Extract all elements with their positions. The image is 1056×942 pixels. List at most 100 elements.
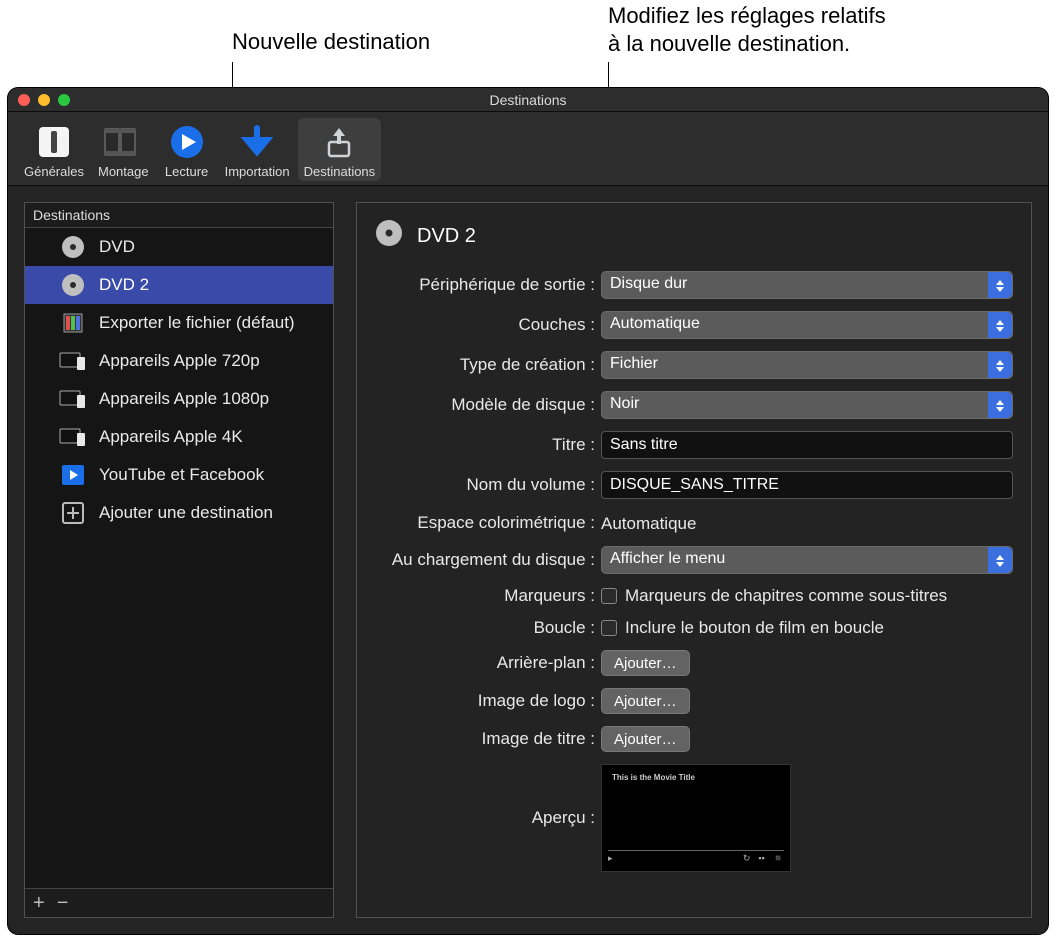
tab-label: Générales: [24, 164, 84, 179]
chevron-updown-icon: [988, 272, 1012, 298]
minimize-icon[interactable]: [38, 94, 50, 106]
callout-left: Nouvelle destination: [232, 28, 430, 57]
sidebar-item-apple-1080p[interactable]: Appareils Apple 1080p: [25, 380, 333, 418]
content-area: Destinations DVD DVD 2: [8, 186, 1048, 934]
video-share-icon: [59, 464, 87, 486]
tab-import[interactable]: Importation: [219, 118, 296, 181]
destination-settings-panel: DVD 2 Périphérique de sortie : Disque du…: [356, 202, 1032, 918]
checkbox-markers[interactable]: [601, 588, 617, 604]
label-output-device: Périphérique de sortie :: [375, 275, 601, 295]
preview-play-icon: ▸: [608, 853, 613, 864]
film-icon: [59, 312, 87, 334]
callout-right-line1: Modifiez les réglages relatifs: [608, 2, 886, 31]
select-output-device[interactable]: Disque dur: [601, 271, 1013, 299]
select-value: Fichier: [610, 355, 658, 372]
traffic-lights: [18, 94, 70, 106]
disc-icon: [59, 236, 87, 258]
input-title[interactable]: [601, 431, 1013, 459]
tab-destinations[interactable]: Destinations: [298, 118, 382, 181]
disc-icon: [375, 219, 403, 253]
disc-icon: [59, 274, 87, 296]
destinations-sidebar: Destinations DVD DVD 2: [24, 202, 334, 918]
label-logo-image: Image de logo :: [375, 691, 601, 711]
label-markers: Marqueurs :: [375, 586, 601, 606]
preview-pause-icon: ▪▪: [758, 853, 764, 864]
select-disc-template[interactable]: Noir: [601, 391, 1013, 419]
destinations-list: DVD DVD 2 Exporter le fichier (défaut): [25, 228, 333, 888]
sidebar-item-add-destination[interactable]: Ajouter une destination: [25, 494, 333, 532]
value-color-space: Automatique: [601, 511, 1013, 534]
add-button[interactable]: +: [33, 893, 45, 913]
sidebar-item-label: DVD: [99, 237, 135, 257]
play-icon: [167, 122, 207, 162]
tab-label: Montage: [98, 164, 149, 179]
plus-box-icon: [59, 502, 87, 524]
preview-caption: This is the Movie Title: [612, 773, 695, 782]
button-add-title-image[interactable]: Ajouter…: [601, 726, 690, 752]
close-icon[interactable]: [18, 94, 30, 106]
settings-title-row: DVD 2: [375, 219, 1013, 253]
titlebar: Destinations: [8, 88, 1048, 112]
select-build-type[interactable]: Fichier: [601, 351, 1013, 379]
download-arrow-icon: [237, 122, 277, 162]
checkbox-markers-label: Marqueurs de chapitres comme sous-titres: [625, 586, 947, 606]
sidebar-item-export-file[interactable]: Exporter le fichier (défaut): [25, 304, 333, 342]
toolbar: Générales Montage Lecture Importation De…: [8, 112, 1048, 186]
button-add-logo[interactable]: Ajouter…: [601, 688, 690, 714]
remove-button[interactable]: −: [57, 893, 69, 913]
sidebar-footer: + −: [25, 888, 333, 917]
label-title-image: Image de titre :: [375, 729, 601, 749]
label-title: Titre :: [375, 435, 601, 455]
tab-playback[interactable]: Lecture: [157, 118, 217, 181]
label-layers: Couches :: [375, 315, 601, 335]
sidebar-item-label: Appareils Apple 720p: [99, 351, 260, 371]
label-disc-template: Modèle de disque :: [375, 395, 601, 415]
sidebar-item-label: DVD 2: [99, 275, 149, 295]
checkbox-loop-label: Inclure le bouton de film en boucle: [625, 618, 884, 638]
chevron-updown-icon: [988, 352, 1012, 378]
switch-icon: [34, 122, 74, 162]
label-volume-name: Nom du volume :: [375, 475, 601, 495]
button-add-background[interactable]: Ajouter…: [601, 650, 690, 676]
preview-thumbnail: This is the Movie Title ▸ ↻ ▪▪ ◾: [601, 764, 791, 872]
tab-label: Destinations: [304, 164, 376, 179]
sidebar-item-dvd[interactable]: DVD: [25, 228, 333, 266]
input-volume-name[interactable]: [601, 471, 1013, 499]
preview-controls: ▸ ↻ ▪▪ ◾: [608, 851, 784, 865]
zoom-icon[interactable]: [58, 94, 70, 106]
devices-icon: [59, 388, 87, 410]
select-value: Automatique: [610, 315, 700, 332]
select-value: Disque dur: [610, 275, 687, 292]
label-on-disc-load: Au chargement du disque :: [375, 550, 601, 570]
sidebar-item-label: Ajouter une destination: [99, 503, 273, 523]
chevron-updown-icon: [988, 312, 1012, 338]
sidebar-item-apple-4k[interactable]: Appareils Apple 4K: [25, 418, 333, 456]
chevron-updown-icon: [988, 547, 1012, 573]
callouts: Nouvelle destination Modifiez les réglag…: [0, 0, 1056, 88]
label-background: Arrière-plan :: [375, 653, 601, 673]
settings-title: DVD 2: [417, 225, 476, 248]
preview-stop-icon: ◾: [773, 853, 784, 864]
label-color-space: Espace colorimétrique :: [375, 513, 601, 533]
sidebar-item-label: Appareils Apple 4K: [99, 427, 243, 447]
devices-icon: [59, 350, 87, 372]
sidebar-item-apple-720p[interactable]: Appareils Apple 720p: [25, 342, 333, 380]
label-loop: Boucle :: [375, 618, 601, 638]
select-layers[interactable]: Automatique: [601, 311, 1013, 339]
callout-right-line2: à la nouvelle destination.: [608, 30, 850, 59]
tab-label: Lecture: [165, 164, 208, 179]
sidebar-item-label: YouTube et Facebook: [99, 465, 264, 485]
checkbox-loop[interactable]: [601, 620, 617, 636]
sidebar-item-dvd-2[interactable]: DVD 2: [25, 266, 333, 304]
sidebar-item-youtube-facebook[interactable]: YouTube et Facebook: [25, 456, 333, 494]
tab-general[interactable]: Générales: [18, 118, 90, 181]
sidebar-item-label: Exporter le fichier (défaut): [99, 313, 295, 333]
share-icon: [319, 122, 359, 162]
select-value: Afficher le menu: [610, 550, 725, 567]
select-on-disc-load[interactable]: Afficher le menu: [601, 546, 1013, 574]
tab-label: Importation: [225, 164, 290, 179]
select-value: Noir: [610, 395, 639, 412]
label-preview: Aperçu :: [375, 808, 601, 828]
tab-editing[interactable]: Montage: [92, 118, 155, 181]
preview-loop-icon: ↻: [743, 853, 751, 864]
